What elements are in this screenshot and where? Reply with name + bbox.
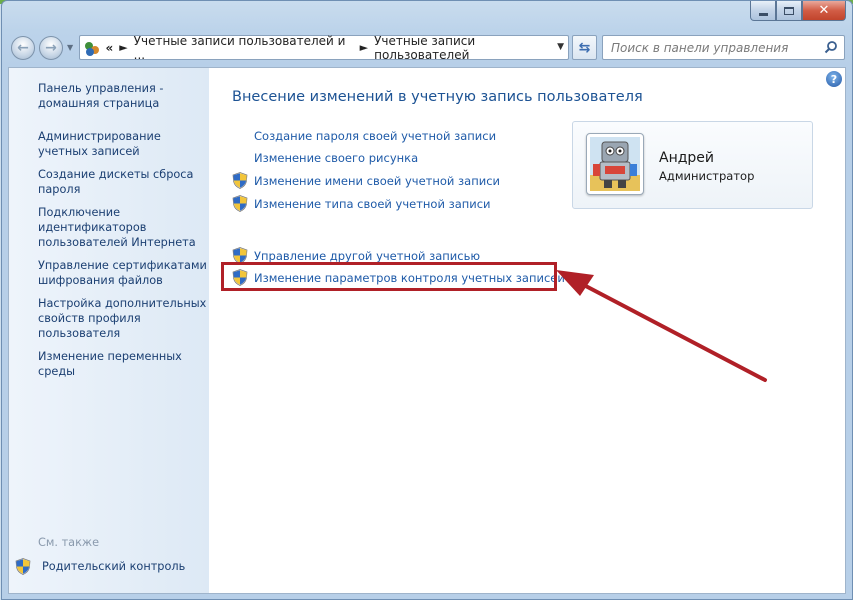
sidebar-item-home[interactable]: Панель управления - домашняя страница: [38, 81, 208, 111]
sidebar-item-environment[interactable]: Изменение переменных среды: [38, 349, 208, 379]
search-icon[interactable]: [824, 40, 838, 54]
control-panel-window: ✕ ← → ▼ « ► Учетные записи пользователей…: [1, 0, 853, 600]
refresh-button[interactable]: ⇆: [572, 35, 597, 60]
breadcrumb-item[interactable]: Учетные записи пользователей и ...: [134, 34, 354, 62]
sidebar-item-profile[interactable]: Настройка дополнительных свойств профиля…: [38, 296, 208, 341]
help-icon[interactable]: ?: [826, 71, 842, 87]
navigation-bar: ← → ▼ « ► Учетные записи пользователей и…: [10, 34, 846, 62]
parental-control-link[interactable]: Родительский контроль: [15, 558, 185, 575]
sidebar: Панель управления - домашняя страница Ад…: [9, 68, 209, 593]
sidebar-item-reset-disk[interactable]: Создание дискеты сброса пароля: [38, 167, 208, 197]
address-bar[interactable]: « ► Учетные записи пользователей и ... ►…: [79, 34, 569, 62]
recent-pages-dropdown-icon[interactable]: ▼: [67, 43, 73, 52]
task-label: Управление другой учетной записью: [254, 248, 481, 263]
maximize-icon: [784, 6, 794, 15]
task-change-picture[interactable]: Изменение своего рисунка: [232, 151, 418, 165]
task-label: Создание пароля своей учетной записи: [254, 129, 497, 143]
task-change-type[interactable]: Изменение типа своей учетной записи: [232, 195, 491, 212]
breadcrumb-item[interactable]: Учетные записи пользователей: [374, 34, 568, 62]
search-placeholder: Поиск в панели управления: [611, 40, 789, 55]
task-create-password[interactable]: Создание пароля своей учетной записи: [232, 129, 496, 143]
caption-buttons: ✕: [750, 1, 846, 21]
task-label: Изменение имени своей учетной записи: [254, 173, 501, 188]
task-label: Изменение типа своей учетной записи: [254, 196, 491, 211]
sidebar-item-online-ids[interactable]: Подключение идентификаторов пользователе…: [38, 205, 208, 250]
uac-shield-icon: [232, 195, 248, 212]
minimize-icon: [758, 12, 768, 16]
task-label: Изменение своего рисунка: [254, 151, 419, 165]
chevron-down-icon[interactable]: ▼: [557, 42, 564, 52]
user-name: Андрей: [659, 150, 715, 166]
avatar[interactable]: [586, 133, 644, 195]
uac-shield-icon: [15, 558, 31, 575]
sidebar-item-certificates[interactable]: Управление сертификатами шифрования файл…: [38, 258, 208, 288]
forward-button[interactable]: →: [39, 36, 63, 60]
user-accounts-icon: [84, 40, 101, 56]
maximize-button[interactable]: [776, 1, 802, 21]
parental-control-label: Родительский контроль: [42, 560, 186, 573]
page-title: Внесение изменений в учетную запись поль…: [232, 89, 643, 105]
search-input[interactable]: Поиск в панели управления: [602, 35, 845, 60]
see-also-heading: См. также: [38, 536, 100, 549]
close-button[interactable]: ✕: [802, 1, 846, 21]
robot-picture-icon: [590, 137, 640, 191]
chevron-right-icon: ►: [359, 41, 369, 54]
back-button[interactable]: ←: [11, 36, 35, 60]
task-change-name[interactable]: Изменение имени своей учетной записи: [232, 172, 500, 189]
forward-arrow-icon: →: [45, 40, 57, 56]
user-role: Администратор: [659, 169, 755, 183]
refresh-icon: ⇆: [578, 39, 591, 56]
minimize-button[interactable]: [750, 1, 776, 21]
sidebar-item-manage-accounts[interactable]: Администрирование учетных записей: [38, 129, 208, 159]
highlight-box: [221, 262, 557, 291]
content-area: Панель управления - домашняя страница Ад…: [8, 67, 846, 594]
back-arrow-icon: ←: [17, 40, 29, 56]
uac-shield-icon: [232, 172, 248, 189]
chevron-right-icon: ►: [119, 41, 128, 54]
user-card: Андрей Администратор: [572, 121, 813, 209]
breadcrumb-overflow[interactable]: «: [105, 41, 113, 55]
